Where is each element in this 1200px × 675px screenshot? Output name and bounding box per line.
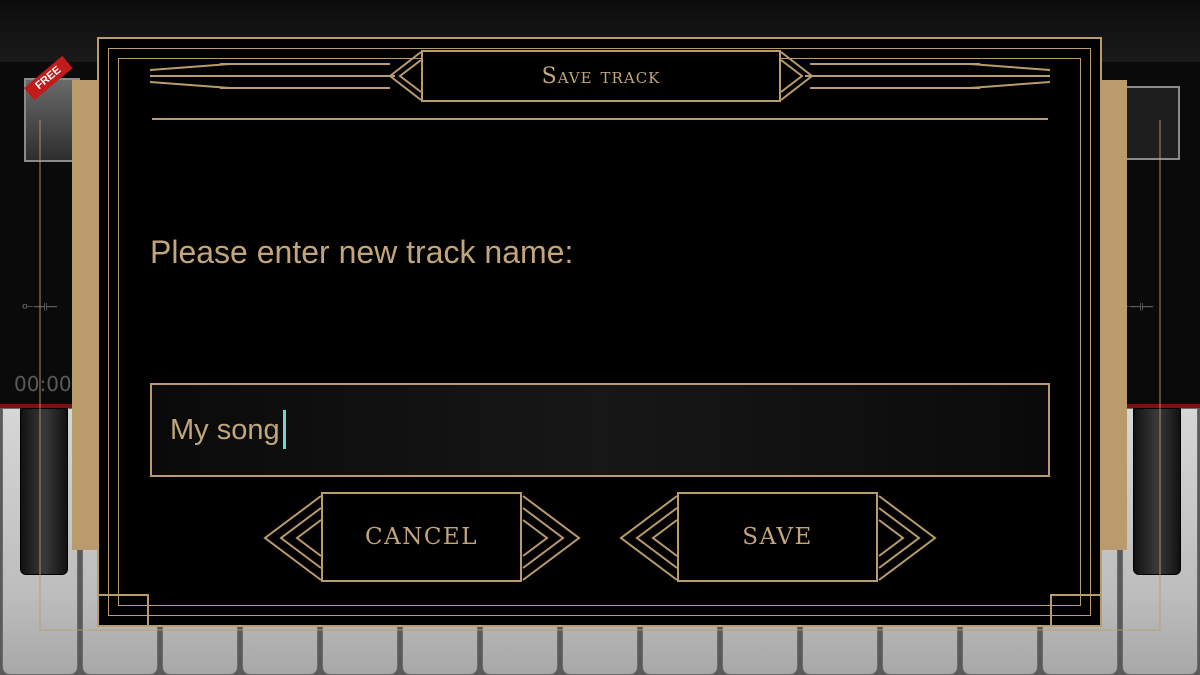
save-button[interactable]: SAVE <box>677 492 878 582</box>
dialog-title: Save track <box>541 63 661 89</box>
cancel-button[interactable]: CANCEL <box>321 492 522 582</box>
track-name-prompt: Please enter new track name: <box>150 234 574 270</box>
dialog-title-box: Save track <box>421 50 781 102</box>
text-caret <box>283 410 286 449</box>
